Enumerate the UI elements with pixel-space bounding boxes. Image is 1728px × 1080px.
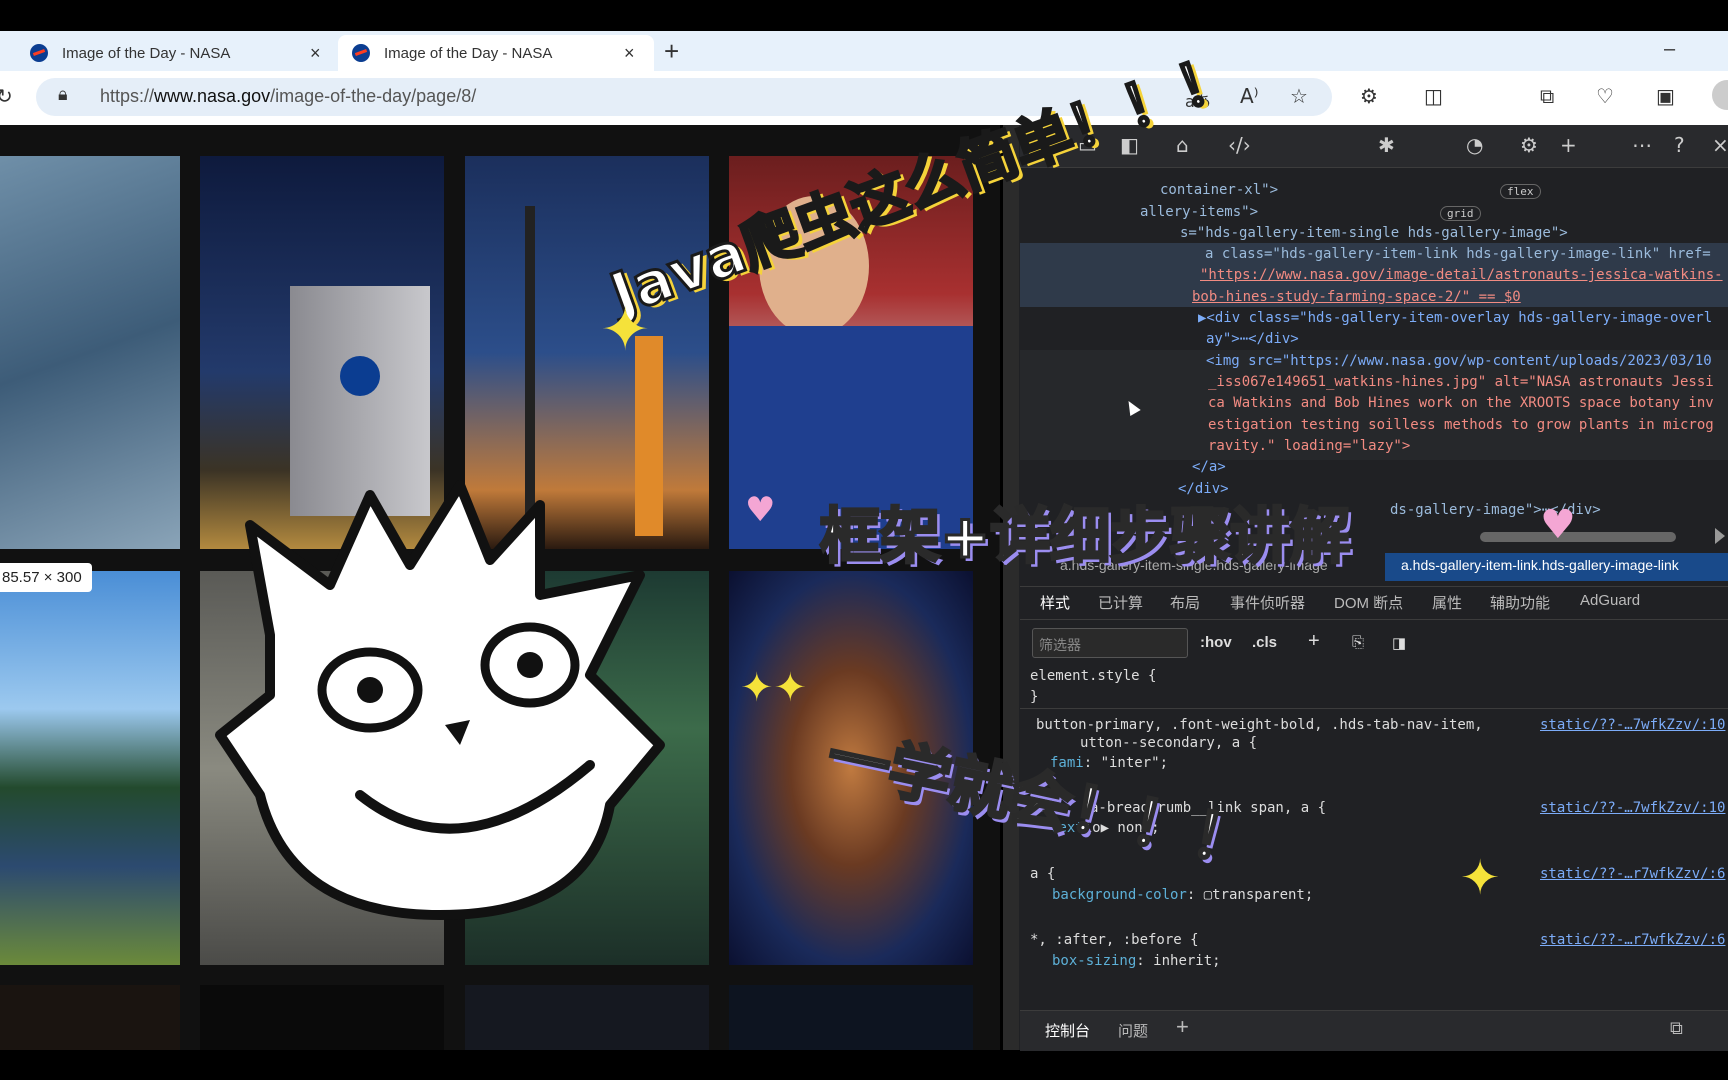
- tab-console[interactable]: 控制台: [1045, 1020, 1090, 1041]
- tab-title: Image of the Day - NASA: [384, 44, 553, 62]
- gallery-image-row3-3[interactable]: [465, 985, 709, 1050]
- tab-computed[interactable]: 已计算: [1098, 592, 1143, 613]
- tab-properties[interactable]: 属性: [1432, 592, 1462, 613]
- favorite-star-icon[interactable]: ☆: [1290, 84, 1308, 108]
- dom-line[interactable]: estigation testing soilless methods to g…: [1208, 417, 1714, 433]
- breadcrumb-selected[interactable]: a.hds-gallery-item-link.hds-gallery-imag…: [1385, 553, 1728, 581]
- sidebar-icon[interactable]: ▣: [1656, 84, 1675, 108]
- tab-dom-breakpoints[interactable]: DOM 断点: [1334, 592, 1403, 613]
- gallery-image-lake-forest[interactable]: [0, 571, 180, 965]
- gallery-image-astronauts[interactable]: [0, 156, 180, 549]
- source-link[interactable]: static/??-…r7wfkZzv/:6: [1540, 932, 1725, 948]
- dom-line[interactable]: s="hds-gallery-item-single hds-gallery-i…: [1180, 225, 1568, 241]
- more-tools-icon[interactable]: +: [1560, 133, 1577, 157]
- heart-icon: ♥: [1540, 502, 1576, 548]
- size-tooltip: 85.57 × 300: [0, 563, 92, 592]
- dom-line[interactable]: ay">⋯</div>: [1206, 331, 1299, 347]
- gallery-image-row3-1[interactable]: [0, 985, 180, 1050]
- dom-line[interactable]: </a>: [1192, 459, 1226, 475]
- tab-title: Image of the Day - NASA: [62, 44, 231, 62]
- tab-2-active[interactable]: Image of the Day - NASA ×: [338, 35, 654, 71]
- dom-line-selected[interactable]: "https://www.nasa.gov/image-detail/astro…: [1200, 267, 1723, 283]
- sparkle-icon: ✦: [1460, 850, 1501, 906]
- dom-line[interactable]: ▶<div class="hds-gallery-item-overlay hd…: [1198, 310, 1712, 326]
- toggle-sidebar-icon[interactable]: ◨: [1392, 634, 1406, 652]
- sparkle-icon: ✦: [600, 295, 651, 365]
- new-rule-icon[interactable]: +: [1308, 630, 1320, 653]
- close-tab-icon[interactable]: ×: [624, 43, 635, 64]
- source-link[interactable]: static/??-…7wfkZzv/:10: [1540, 800, 1725, 816]
- close-tab-icon[interactable]: ×: [310, 43, 321, 64]
- subtitle-text: 框架+详细步骤讲解: [818, 501, 1351, 574]
- horizontal-scrollbar[interactable]: [1480, 532, 1676, 542]
- source-link[interactable]: static/??-…7wfkZzv/:10: [1540, 717, 1725, 733]
- divider: [1020, 708, 1728, 709]
- style-rule-close: }: [1030, 689, 1039, 705]
- hover-state-toggle[interactable]: :hov: [1200, 634, 1232, 651]
- dom-line-selected[interactable]: bob-hines-study-farming-space-2/" == $0: [1192, 289, 1521, 305]
- tab-styles[interactable]: 样式: [1040, 592, 1070, 613]
- style-rule-selector: utton--secondary, a {: [1080, 735, 1258, 751]
- tab-layout[interactable]: 布局: [1170, 592, 1200, 613]
- performance-icon[interactable]: ◔: [1466, 133, 1483, 157]
- tab-issues[interactable]: 问题: [1118, 1020, 1148, 1041]
- dom-line[interactable]: _iss067e149651_watkins-hines.jpg" alt="N…: [1208, 374, 1714, 390]
- settings-gear-icon[interactable]: ⚙: [1520, 133, 1538, 157]
- dom-line[interactable]: container-xl">: [1160, 182, 1278, 198]
- style-rule-selector: a {: [1030, 866, 1056, 882]
- styles-filter-input[interactable]: 筛选器: [1032, 628, 1188, 658]
- grid-badge[interactable]: grid: [1440, 206, 1481, 221]
- sparkle-icon: ✦✦: [740, 665, 808, 711]
- elements-tab-icon[interactable]: ‹/›: [1228, 133, 1251, 157]
- split-screen-icon[interactable]: ◫: [1424, 84, 1443, 108]
- minimize-button[interactable]: –: [1664, 38, 1675, 61]
- dom-line-selected[interactable]: a class="hds-gallery-item-link hds-galle…: [1205, 246, 1711, 262]
- source-link[interactable]: static/??-…r7wfkZzv/:6: [1540, 866, 1725, 882]
- more-options-icon[interactable]: ⋯: [1632, 133, 1652, 157]
- style-rule-selector: *, :after, :before {: [1030, 932, 1199, 948]
- health-icon[interactable]: ♡: [1596, 84, 1614, 108]
- help-icon[interactable]: ?: [1674, 133, 1685, 157]
- nasa-favicon-icon: [30, 44, 48, 62]
- undock-icon[interactable]: ⧉: [1670, 1018, 1683, 1039]
- new-tab-button[interactable]: +: [664, 36, 679, 67]
- dom-line[interactable]: ravity." loading="lazy">: [1208, 438, 1410, 454]
- dom-line[interactable]: <img src="https://www.nasa.gov/wp-conten…: [1206, 353, 1712, 369]
- extensions-icon[interactable]: ⚙: [1360, 84, 1378, 108]
- dom-line[interactable]: ca Watkins and Bob Hines work on the XRO…: [1208, 395, 1714, 411]
- flex-badge[interactable]: flex: [1500, 184, 1541, 199]
- style-rule-selector: button-primary, .font-weight-bold, .hds-…: [1036, 717, 1483, 733]
- cat-sticker: [210, 465, 690, 935]
- heart-icon: ♥: [745, 490, 776, 530]
- add-drawer-tab-icon[interactable]: +: [1176, 1014, 1189, 1040]
- gallery-image-row3-2[interactable]: [200, 985, 444, 1050]
- paint-icon[interactable]: ⎘: [1352, 634, 1364, 651]
- style-rule-selector: element.style {: [1030, 668, 1157, 684]
- refresh-icon[interactable]: ↻: [0, 84, 13, 108]
- lock-icon[interactable]: 🔒︎: [58, 84, 68, 105]
- close-devtools-icon[interactable]: ×: [1712, 133, 1728, 157]
- tab-adguard[interactable]: AdGuard: [1580, 592, 1640, 609]
- scroll-right-icon[interactable]: [1715, 528, 1725, 544]
- url-text[interactable]: https://www.nasa.gov/image-of-the-day/pa…: [100, 86, 476, 107]
- style-declaration[interactable]: background-color: ▢transparent;: [1052, 887, 1313, 903]
- bug-icon[interactable]: ✱: [1378, 133, 1395, 157]
- collections-icon[interactable]: ⧉: [1540, 84, 1554, 108]
- tab-1[interactable]: Image of the Day - NASA ×: [30, 35, 330, 71]
- devtools-scrollbar[interactable]: [1003, 125, 1019, 1050]
- tab-event-listeners[interactable]: 事件侦听器: [1230, 592, 1305, 613]
- nasa-favicon-icon: [352, 44, 370, 62]
- class-toggle[interactable]: .cls: [1252, 634, 1277, 651]
- style-declaration[interactable]: box-sizing: inherit;: [1052, 953, 1221, 969]
- home-icon[interactable]: ⌂: [1176, 133, 1189, 157]
- gallery-image-row3-4[interactable]: [729, 985, 973, 1050]
- tab-accessibility[interactable]: 辅助功能: [1490, 592, 1550, 613]
- dom-line[interactable]: allery-items">: [1140, 204, 1258, 220]
